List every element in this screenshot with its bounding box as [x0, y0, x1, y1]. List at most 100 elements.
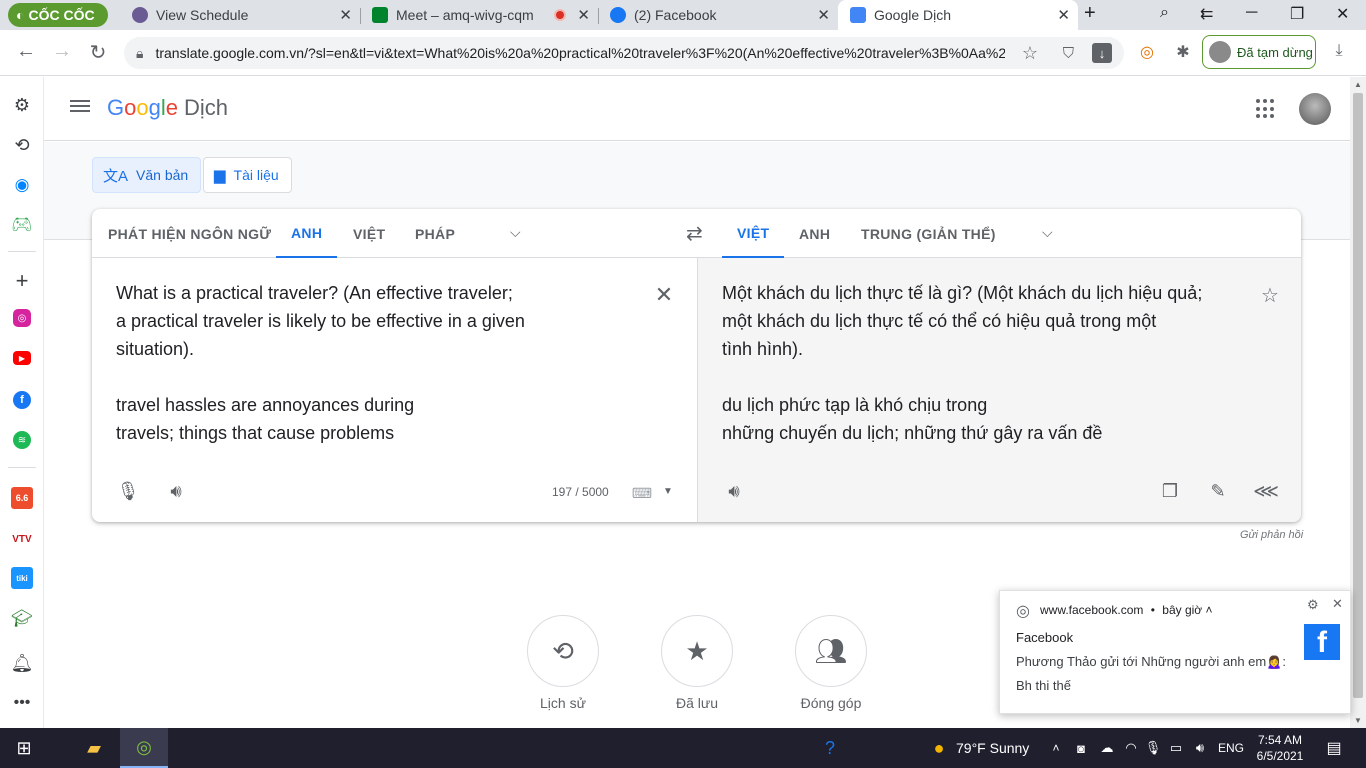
vtv-go-icon[interactable]: VTV	[10, 527, 34, 551]
gamepad-icon[interactable]: 🎮︎	[10, 213, 34, 237]
history-icon[interactable]: ⟲	[10, 133, 34, 157]
input-language-indicator[interactable]: ENG	[1214, 728, 1248, 768]
tab-view-schedule[interactable]: View Schedule ✕	[120, 0, 360, 30]
battery-icon[interactable]: ▭	[1164, 728, 1188, 768]
microphone-tray-icon[interactable]: 🎙︎	[1142, 728, 1164, 768]
edit-pencil-icon[interactable]: ✎	[1206, 479, 1230, 503]
graduation-cap-icon[interactable]: 🎓︎	[10, 607, 34, 631]
saved-label[interactable]: Đã lưu	[647, 695, 747, 711]
wifi-icon[interactable]: ◠	[1120, 728, 1142, 768]
tiki-icon[interactable]: tiki	[11, 567, 33, 589]
close-tab-icon[interactable]: ✕	[1057, 6, 1070, 24]
scrollbar-thumb[interactable]	[1353, 93, 1363, 698]
page-scrollbar[interactable]: ▲ ▼	[1350, 77, 1366, 728]
help-icon[interactable]: ?	[816, 728, 844, 768]
close-tab-icon[interactable]: ✕	[577, 6, 590, 24]
profile-paused-button[interactable]: Đã tạm dừng	[1202, 35, 1316, 69]
account-avatar[interactable]	[1299, 93, 1331, 125]
clock[interactable]: 7:54 AM 6/5/2021	[1250, 728, 1310, 768]
target-lang-english[interactable]: ANH	[799, 209, 830, 258]
shield-icon[interactable]: ⛉	[1063, 45, 1074, 62]
facebook-notification-toast[interactable]: ◎ www.facebook.com • bây giờ ˄ ⚙ ✕ Faceb…	[999, 590, 1351, 714]
downloads-tray-icon[interactable]: ⤓	[1328, 42, 1350, 64]
windows-start-icon[interactable]: ⊞	[0, 728, 48, 768]
history-button[interactable]: ⟲	[527, 615, 599, 687]
source-speaker-icon[interactable]: 🔊︎	[164, 479, 188, 503]
spotify-icon[interactable]: ≋	[13, 431, 31, 449]
tab-search-icon[interactable]: ⌕	[1160, 4, 1169, 22]
collapse-chevron-icon[interactable]: ˄	[1206, 603, 1213, 617]
notification-close-icon[interactable]: ✕	[1332, 596, 1343, 612]
target-lang-vietnamese[interactable]: VIỆT	[722, 209, 785, 258]
messenger-icon[interactable]: ◉	[10, 173, 34, 197]
notification-settings-icon[interactable]: ⚙	[1307, 597, 1319, 613]
copy-icon[interactable]: ❐	[1158, 479, 1182, 503]
contribute-label[interactable]: Đóng góp	[781, 695, 881, 711]
tab-google-translate[interactable]: Google Dịch ✕	[838, 0, 1078, 30]
show-hidden-icons-chevron[interactable]: ˄	[1046, 728, 1066, 768]
extensions-puzzle-icon[interactable]: ✱	[1172, 42, 1194, 64]
document-mode-button[interactable]: ▆ Tài liệu	[203, 157, 292, 193]
restore-button[interactable]: ❐	[1290, 4, 1304, 24]
youtube-icon[interactable]: ▶	[13, 351, 31, 365]
microphone-icon[interactable]: 🎙︎	[116, 479, 140, 503]
input-tools-dropdown-icon[interactable]: ▼	[656, 479, 680, 503]
instagram-icon[interactable]: ◎	[13, 309, 31, 327]
back-arrow-icon[interactable]: ⇇	[1200, 4, 1213, 24]
close-window-button[interactable]: ✕	[1336, 4, 1349, 24]
share-icon[interactable]: ⋘	[1253, 479, 1279, 503]
google-translate-logo[interactable]: Google Dịch	[107, 95, 228, 121]
source-lang-french[interactable]: PHÁP	[415, 209, 455, 258]
history-label[interactable]: Lịch sử	[513, 695, 613, 711]
coccoc-taskbar-icon[interactable]: ◎	[120, 728, 168, 768]
close-tab-icon[interactable]: ✕	[339, 6, 352, 24]
google-apps-icon[interactable]	[1256, 99, 1276, 119]
save-translation-star-icon[interactable]: ☆	[1258, 283, 1282, 307]
file-explorer-icon[interactable]: ▰	[72, 728, 116, 768]
tab-meet[interactable]: Meet – amq-wivg-cqm ✕	[360, 0, 598, 30]
text-mode-button[interactable]: 文A Văn bản	[92, 157, 202, 193]
download-icon[interactable]: ↓	[1092, 43, 1112, 63]
send-feedback-link[interactable]: Gửi phản hồi	[1240, 529, 1303, 541]
bookmark-star-icon[interactable]: ☆	[1022, 43, 1038, 64]
weather-label[interactable]: 79°F Sunny	[956, 728, 1040, 768]
close-tab-icon[interactable]: ✕	[817, 6, 830, 24]
target-lang-chinese-simplified[interactable]: TRUNG (GIẢN THỂ)	[861, 209, 996, 258]
forward-button[interactable]: →	[50, 40, 74, 63]
facebook-icon[interactable]: f	[13, 391, 31, 409]
saved-button[interactable]: ★	[661, 615, 733, 687]
source-lang-more-chevron-icon[interactable]: ⌵	[510, 224, 521, 241]
scroll-down-arrow-icon[interactable]: ▼	[1354, 716, 1362, 725]
new-tab-button[interactable]: +	[1084, 2, 1096, 25]
app-header: Google Dịch	[44, 77, 1350, 141]
cloud-sync-icon[interactable]: ☁	[1096, 728, 1118, 768]
add-shortcut-icon[interactable]: +	[10, 268, 34, 293]
clear-text-icon[interactable]: ✕	[652, 282, 676, 307]
camera-icon[interactable]: ◙	[1070, 728, 1092, 768]
source-text-input[interactable]: What is a practical traveler? (An effect…	[116, 279, 636, 447]
notifications-bell-icon[interactable]: 🔔︎	[10, 651, 34, 675]
target-speaker-icon[interactable]: 🔊︎	[722, 479, 746, 503]
back-button[interactable]: ←	[14, 40, 38, 63]
source-lang-vietnamese[interactable]: VIỆT	[353, 209, 385, 258]
reload-button[interactable]: ↻	[86, 40, 110, 65]
source-lang-english[interactable]: ANH	[276, 209, 338, 258]
action-center-icon[interactable]: ▤	[1318, 728, 1350, 768]
clock-date: 6/5/2021	[1256, 749, 1304, 763]
minimize-button[interactable]: ─	[1246, 4, 1257, 22]
shopee-icon[interactable]: 6.6	[11, 487, 33, 509]
source-lang-detect[interactable]: PHÁT HIỆN NGÔN NGỮ	[108, 209, 271, 258]
browser-brand-button[interactable]: ◐ CỐC CỐC	[8, 3, 108, 27]
swap-languages-icon[interactable]: ⇄	[686, 221, 703, 246]
tab-facebook[interactable]: (2) Facebook ✕	[598, 0, 838, 30]
contribute-button[interactable]: 👥︎	[795, 615, 867, 687]
address-bar[interactable]: 🔒︎ translate.google.com.vn/?sl=en&tl=vi&…	[124, 37, 1124, 69]
more-options-icon[interactable]: •••	[10, 691, 34, 715]
settings-gear-icon[interactable]: ⚙	[10, 93, 34, 117]
volume-icon[interactable]: 🔊︎	[1188, 728, 1212, 768]
keyboard-icon[interactable]: ⌨	[630, 481, 654, 505]
main-menu-icon[interactable]	[70, 97, 90, 117]
coccoc-extension-icon[interactable]: ◎	[1136, 42, 1158, 64]
scroll-up-arrow-icon[interactable]: ▲	[1354, 80, 1362, 89]
target-lang-more-chevron-icon[interactable]: ⌵	[1042, 224, 1053, 241]
